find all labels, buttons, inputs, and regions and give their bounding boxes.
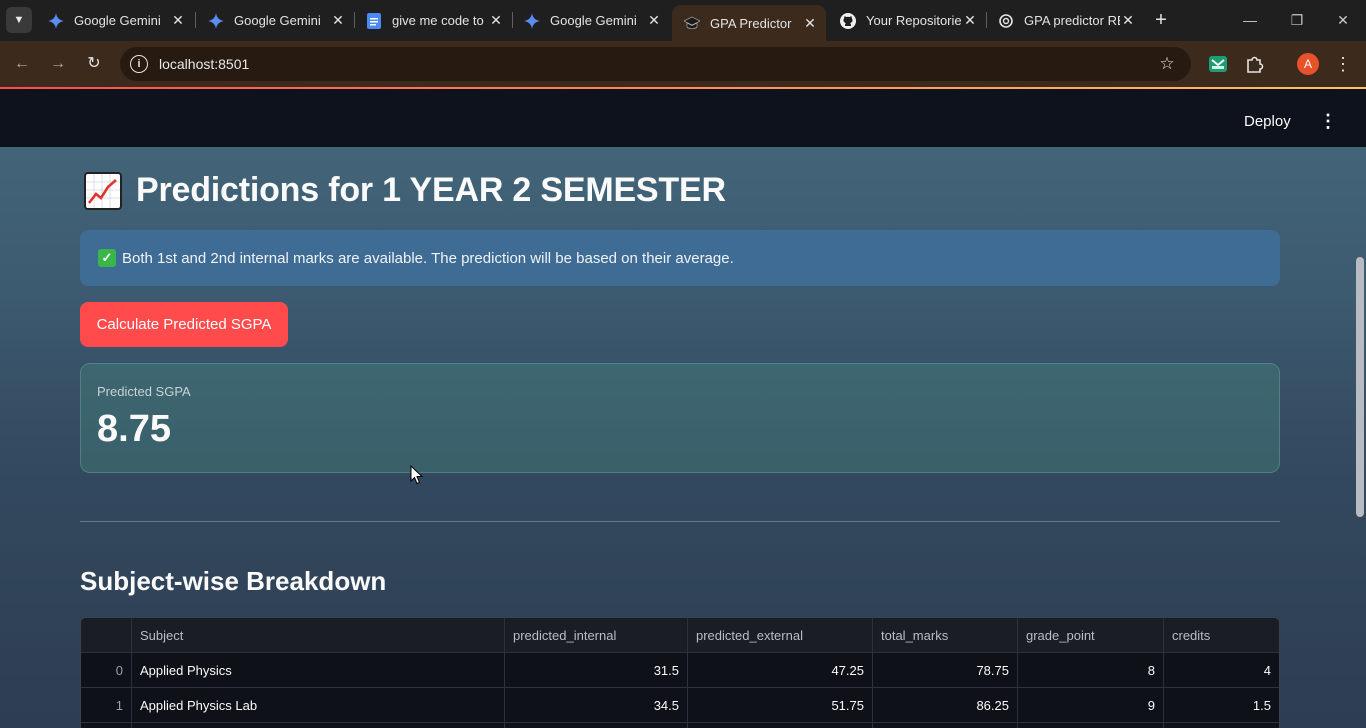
tab-title: GPA predictor RE (1024, 13, 1120, 28)
main-menu-icon[interactable]: ⋮ (1318, 109, 1338, 133)
table-cell-total-marks[interactable]: 78.75 (873, 653, 1018, 687)
table-header-predicted-internal[interactable]: predicted_internal (505, 618, 688, 652)
table-cell-index (81, 723, 132, 728)
predicted-sgpa-metric: Predicted SGPA 8.75 (80, 363, 1280, 473)
browser-toolbar: ← → ↻ i localhost:8501 ☆ A ⋮ (0, 41, 1366, 87)
gemini-icon (524, 12, 540, 29)
close-icon[interactable]: ✕ (170, 12, 186, 29)
subject-breakdown-table[interactable]: Subject predicted_internal predicted_ext… (80, 617, 1280, 728)
github-icon (840, 12, 856, 29)
table-cell-credits[interactable] (1164, 723, 1279, 728)
tab-search-button[interactable]: ▼ (6, 7, 32, 33)
table-header-predicted-external[interactable]: predicted_external (688, 618, 873, 652)
restore-icon[interactable]: ❐ (1285, 8, 1309, 32)
table-cell-credits[interactable]: 4 (1164, 653, 1279, 687)
browser-tab-strip: ▼ Google Gemini ✕ Google Gemini ✕ give m… (0, 0, 1366, 41)
close-icon[interactable]: ✕ (330, 12, 346, 29)
extension-mail-icon[interactable] (1207, 53, 1229, 75)
table-cell-total-marks[interactable]: 86.25 (873, 688, 1018, 722)
tab-github-repositories[interactable]: Your Repositorie ✕ (828, 5, 986, 36)
extensions-puzzle-icon[interactable] (1244, 53, 1266, 75)
table-cell-predicted-internal[interactable]: 34.5 (505, 688, 688, 722)
tab-google-docs[interactable]: give me code to ✕ (354, 5, 512, 36)
bookmark-star-icon[interactable]: ☆ (1155, 54, 1179, 74)
close-icon[interactable]: ✕ (802, 15, 818, 32)
scrollbar[interactable] (1356, 257, 1364, 517)
tab-title: Your Repositorie (866, 13, 962, 28)
tab-title: give me code to (392, 13, 484, 28)
check-mark-icon: ✓ (98, 249, 116, 267)
close-icon[interactable]: ✕ (646, 12, 662, 29)
main-content: Predictions for 1 YEAR 2 SEMESTER ✓ Both… (0, 147, 1366, 728)
chart-increasing-icon (84, 171, 122, 210)
site-info-icon[interactable]: i (130, 55, 148, 73)
minimize-icon[interactable]: — (1238, 8, 1262, 32)
table-row[interactable] (81, 723, 1279, 728)
table-row[interactable]: 1 Applied Physics Lab 34.5 51.75 86.25 9… (81, 688, 1279, 723)
table-cell-grade-point[interactable]: 8 (1018, 653, 1164, 687)
browser-menu-icon[interactable]: ⋮ (1333, 52, 1353, 76)
info-alert: ✓ Both 1st and 2nd internal marks are av… (80, 230, 1280, 286)
new-tab-plus-icon[interactable]: + (1151, 10, 1171, 30)
table-header-subject[interactable]: Subject (132, 618, 505, 652)
window-close-icon[interactable]: ✕ (1331, 8, 1355, 32)
tab-title: GPA Predictor (710, 15, 792, 31)
tab-gpa-predictor-readme[interactable]: GPA predictor RE ✕ (986, 5, 1144, 36)
table-cell-predicted-external[interactable] (688, 723, 873, 728)
mouse-cursor-icon (410, 464, 424, 485)
back-arrow-icon[interactable]: ← (9, 51, 35, 77)
table-row[interactable]: 0 Applied Physics 31.5 47.25 78.75 8 4 (81, 653, 1279, 688)
tab-google-gemini-2[interactable]: Google Gemini ✕ (196, 5, 354, 36)
graduation-cap-icon (684, 15, 700, 31)
table-header-total-marks[interactable]: total_marks (873, 618, 1018, 652)
tab-title: Google Gemini (74, 13, 161, 28)
tab-title: Google Gemini (234, 13, 321, 28)
table-cell-predicted-external[interactable]: 47.25 (688, 653, 873, 687)
deploy-button[interactable]: Deploy (1244, 113, 1291, 130)
profile-avatar[interactable]: A (1297, 53, 1319, 75)
table-cell-credits[interactable]: 1.5 (1164, 688, 1279, 722)
divider (80, 521, 1280, 522)
gemini-icon (208, 12, 224, 29)
tab-gpa-predictor[interactable]: GPA Predictor ✕ (672, 5, 826, 41)
close-icon[interactable]: ✕ (962, 12, 978, 29)
table-cell-index: 0 (81, 653, 132, 687)
forward-arrow-icon[interactable]: → (45, 51, 71, 77)
close-icon[interactable]: ✕ (1120, 12, 1136, 29)
address-url[interactable]: localhost:8501 (159, 56, 1155, 72)
table-cell-grade-point[interactable]: 9 (1018, 688, 1164, 722)
address-bar[interactable]: i localhost:8501 ☆ (120, 47, 1191, 81)
gemini-icon (48, 12, 64, 29)
reload-icon[interactable]: ↻ (81, 51, 107, 77)
table-cell-predicted-internal[interactable] (505, 723, 688, 728)
table-cell-total-marks[interactable] (873, 723, 1018, 728)
table-cell-subject[interactable]: Applied Physics (132, 653, 505, 687)
metric-value: 8.75 (97, 408, 171, 450)
table-cell-subject[interactable] (132, 723, 505, 728)
app-header: Deploy ⋮ (0, 89, 1366, 147)
page-title-row: Predictions for 1 YEAR 2 SEMESTER (84, 171, 726, 210)
docs-icon (366, 12, 382, 29)
table-cell-index: 1 (81, 688, 132, 722)
page-title: Predictions for 1 YEAR 2 SEMESTER (136, 171, 726, 209)
table-header-credits[interactable]: credits (1164, 618, 1279, 652)
info-alert-text: Both 1st and 2nd internal marks are avai… (122, 249, 734, 267)
table-cell-predicted-external[interactable]: 51.75 (688, 688, 873, 722)
metric-label: Predicted SGPA (97, 384, 191, 399)
table-cell-subject[interactable]: Applied Physics Lab (132, 688, 505, 722)
table-cell-predicted-internal[interactable]: 31.5 (505, 653, 688, 687)
calculate-sgpa-button[interactable]: Calculate Predicted SGPA (80, 302, 288, 347)
tab-google-gemini-1[interactable]: Google Gemini ✕ (36, 5, 194, 36)
openai-icon (998, 13, 1014, 29)
table-header-row: Subject predicted_internal predicted_ext… (81, 618, 1279, 653)
table-header-index[interactable] (81, 618, 132, 652)
close-icon[interactable]: ✕ (488, 12, 504, 29)
tab-google-gemini-3[interactable]: Google Gemini ✕ (512, 5, 670, 36)
tab-title: Google Gemini (550, 13, 637, 28)
table-header-grade-point[interactable]: grade_point (1018, 618, 1164, 652)
section-title: Subject-wise Breakdown (80, 566, 387, 596)
table-cell-grade-point[interactable] (1018, 723, 1164, 728)
